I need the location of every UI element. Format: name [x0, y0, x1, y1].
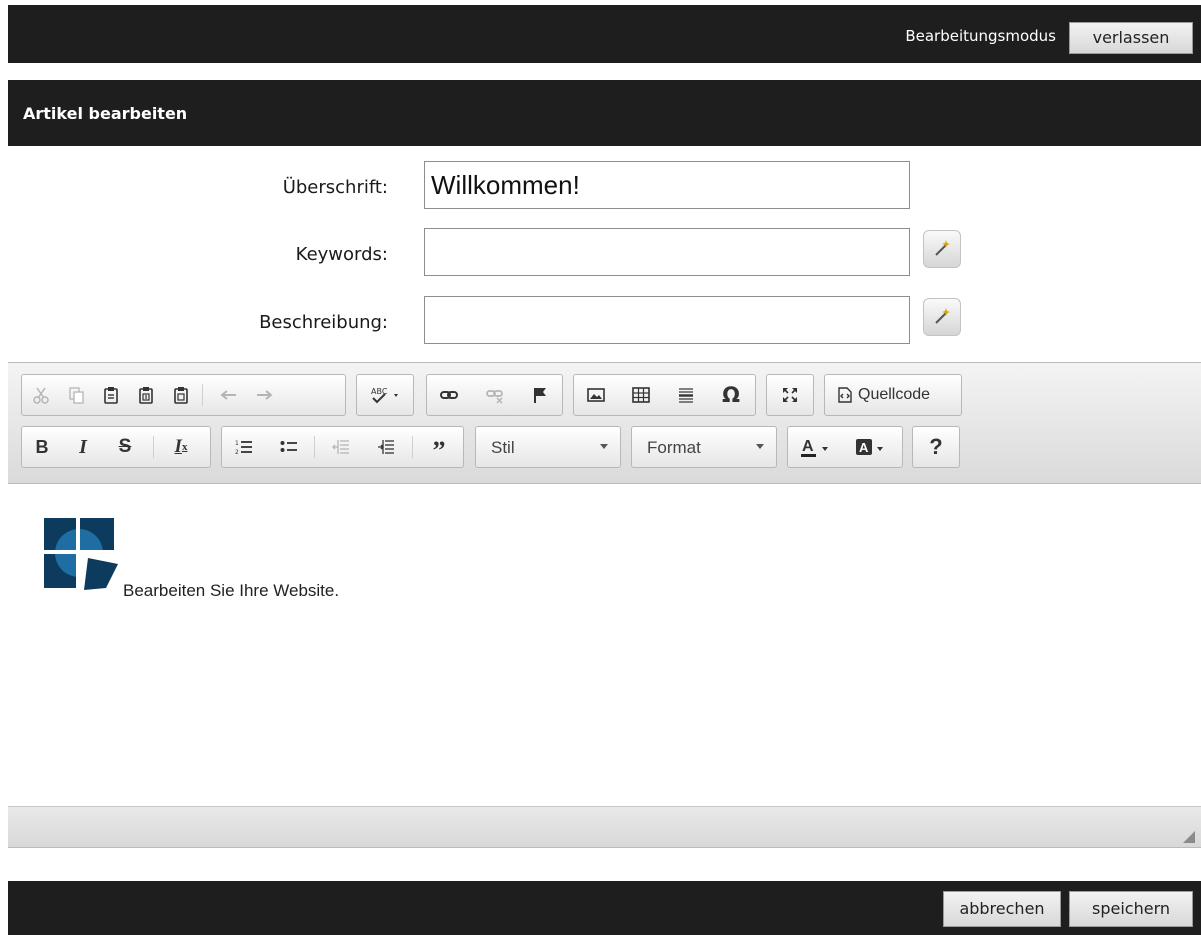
paste-icon[interactable] — [94, 375, 128, 415]
color-group: A A — [787, 426, 903, 468]
italic-icon[interactable]: I — [66, 427, 100, 467]
anchor-flag-icon[interactable] — [523, 375, 557, 415]
style-combo[interactable]: Stil — [475, 426, 621, 468]
editor-content-area[interactable]: Bearbeiten Sie Ihre Website. — [8, 484, 1201, 806]
copy-icon[interactable] — [59, 375, 93, 415]
undo-icon[interactable] — [212, 375, 246, 415]
svg-text:A: A — [859, 440, 869, 455]
svg-text:A: A — [802, 438, 814, 455]
dialog-footer: abbrechen speichern — [8, 881, 1201, 935]
dialog-header: Artikel bearbeiten — [8, 80, 1201, 146]
link-icon[interactable] — [432, 375, 466, 415]
bullet-list-icon[interactable] — [272, 427, 306, 467]
link-group — [426, 374, 563, 416]
help-button[interactable]: ? — [919, 427, 953, 467]
format-combo-label: Format — [647, 438, 701, 457]
source-code-icon — [838, 387, 852, 403]
source-group: Quellcode — [824, 374, 962, 416]
indent-icon[interactable] — [369, 427, 403, 467]
keywords-input[interactable] — [424, 228, 910, 276]
editor-toolbar: ABC Ω Quellcode B I S I x 1 2 ” Stil For… — [8, 362, 1201, 484]
image-icon[interactable] — [579, 375, 613, 415]
exit-edit-mode-button[interactable]: verlassen — [1069, 22, 1193, 54]
cut-icon[interactable] — [24, 375, 58, 415]
maximize-icon[interactable] — [773, 375, 807, 415]
blockquote-icon[interactable]: ” — [422, 427, 456, 467]
special-char-omega-icon[interactable]: Ω — [714, 375, 748, 415]
chevron-down-icon — [600, 444, 608, 449]
heading-label: Überschrift: — [282, 177, 388, 198]
insert-group: Ω — [573, 374, 756, 416]
editor-content-text: Bearbeiten Sie Ihre Website. — [123, 581, 340, 600]
description-magic-wand-button[interactable] — [923, 298, 961, 336]
maximize-group — [766, 374, 814, 416]
format-combo[interactable]: Format — [631, 426, 777, 468]
paste-text-icon[interactable] — [129, 375, 163, 415]
horizontal-line-icon[interactable] — [669, 375, 703, 415]
description-label: Beschreibung: — [259, 312, 388, 333]
list-group: 12 ” — [221, 426, 464, 468]
top-bar: Bearbeitungsmodus verlassen — [8, 5, 1201, 63]
style-combo-label: Stil — [491, 438, 515, 457]
resize-grip-icon[interactable] — [1183, 831, 1195, 843]
magic-wand-icon — [935, 240, 950, 256]
dialog-title: Artikel bearbeiten — [23, 104, 188, 123]
site-logo — [44, 518, 118, 592]
unlink-icon[interactable] — [478, 375, 512, 415]
background-color-icon[interactable]: A — [848, 427, 898, 467]
text-color-icon[interactable]: A — [793, 427, 843, 467]
spellcheck-group: ABC — [356, 374, 414, 416]
description-input[interactable] — [424, 296, 910, 344]
redo-icon[interactable] — [247, 375, 281, 415]
chevron-down-icon — [756, 444, 764, 449]
heading-input[interactable] — [424, 161, 910, 209]
strikethrough-icon[interactable]: S — [108, 427, 142, 467]
paste-word-icon[interactable] — [164, 375, 198, 415]
source-code-label: Quellcode — [858, 386, 931, 403]
source-code-button[interactable]: Quellcode — [825, 375, 963, 415]
editor-status-bar — [8, 806, 1201, 848]
keywords-label: Keywords: — [295, 244, 388, 265]
outdent-icon[interactable] — [324, 427, 358, 467]
table-icon[interactable] — [624, 375, 658, 415]
help-group: ? — [912, 426, 960, 468]
cancel-button[interactable]: abbrechen — [943, 891, 1061, 927]
svg-text:2: 2 — [235, 449, 239, 456]
spellcheck-icon[interactable]: ABC — [363, 375, 409, 415]
save-button[interactable]: speichern — [1069, 891, 1193, 927]
magic-wand-icon — [935, 308, 950, 324]
svg-text:1: 1 — [235, 440, 239, 447]
bold-icon[interactable]: B — [25, 427, 59, 467]
keywords-magic-wand-button[interactable] — [923, 230, 961, 268]
edit-article-dialog: Artikel bearbeiten Überschrift: Keywords… — [8, 80, 1201, 935]
clipboard-group — [21, 374, 346, 416]
edit-mode-label: Bearbeitungsmodus — [905, 27, 1056, 45]
remove-format-icon[interactable]: Ix — [164, 427, 198, 467]
numbered-list-icon[interactable]: 12 — [227, 427, 261, 467]
basic-styles-group: B I S Ix — [21, 426, 211, 468]
